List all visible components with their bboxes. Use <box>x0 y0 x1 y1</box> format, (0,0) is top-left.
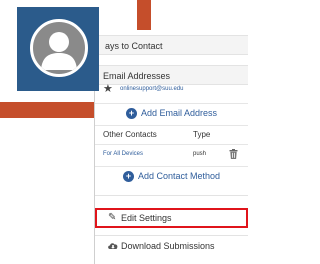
email-address[interactable]: onlinesupport@suu.edu <box>120 84 183 94</box>
add-email-address-button[interactable]: + Add Email Address <box>95 103 248 122</box>
profile-dropdown-menu: ays to Contact Email Addresses ★ onlines… <box>94 30 248 264</box>
email-row: ★ onlinesupport@suu.edu <box>95 79 248 99</box>
contact-type: push <box>193 151 207 157</box>
menu-divider <box>95 195 248 196</box>
edit-settings-label: Edit Settings <box>121 213 172 223</box>
edit-settings-button[interactable]: ✎ Edit Settings <box>95 208 248 228</box>
type-column: Type <box>193 130 211 139</box>
accent-bar-left <box>0 102 96 118</box>
avatar <box>30 19 88 77</box>
add-contact-method-label: Add Contact Method <box>137 171 221 181</box>
add-contact-method-button[interactable]: + Add Contact Method <box>95 166 248 185</box>
plus-icon: + <box>122 170 134 182</box>
pencil-icon: ✎ <box>108 212 117 223</box>
other-contacts-header: Other Contacts Type <box>95 125 248 145</box>
other-contacts-column: Other Contacts <box>103 130 157 139</box>
profile-avatar-tile[interactable] <box>17 7 99 91</box>
add-email-address-label: Add Email Address <box>140 108 218 118</box>
download-submissions-label: Download Submissions <box>121 241 215 251</box>
plus-icon: + <box>125 107 137 119</box>
accent-bar-top <box>137 0 151 30</box>
download-submissions-button[interactable]: Download Submissions <box>95 235 248 255</box>
contact-row: For All Devices push <box>95 145 248 163</box>
cloud-download-icon <box>107 236 119 259</box>
person-icon <box>41 32 77 70</box>
trash-icon[interactable] <box>229 149 238 167</box>
contact-device-link[interactable]: For All Devices <box>103 145 143 163</box>
ways-to-contact-heading: ays to Contact <box>95 35 248 55</box>
star-icon[interactable]: ★ <box>103 82 113 96</box>
